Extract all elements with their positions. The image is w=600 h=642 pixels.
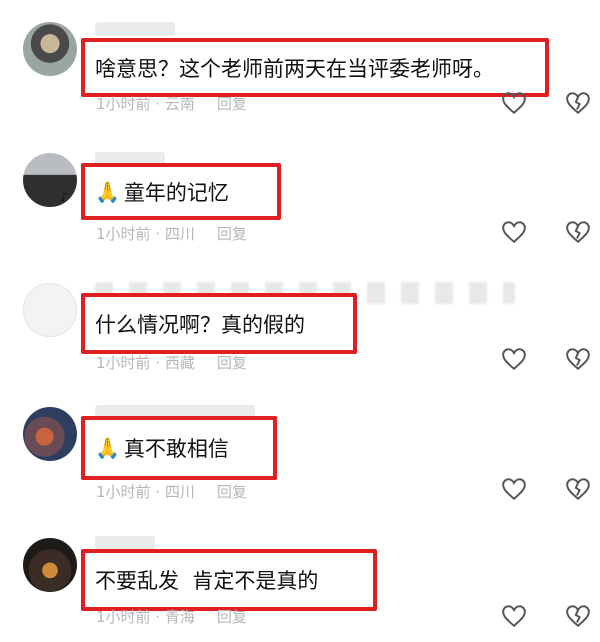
comment-text: 童年的记忆 (123, 180, 229, 205)
avatar[interactable] (23, 153, 77, 207)
heart-outline-icon[interactable] (501, 604, 527, 628)
heart-outline-icon[interactable] (501, 477, 527, 501)
comment-meta: 1小时前 · 西藏 回复 (96, 352, 247, 373)
comment-highlight-box: 不要乱发 肯定不是真的 (81, 549, 377, 611)
comment-text: 啥意思？这个老师前两天在当评委老师呀。 (95, 56, 494, 81)
comment-meta: 1小时前 · 四川 回复 (96, 223, 247, 244)
tiktok-icon: ♪ (60, 190, 68, 204)
comment-time-location: 1小时前 · 四川 (96, 483, 195, 501)
avatar[interactable] (23, 407, 77, 461)
broken-heart-icon[interactable] (565, 91, 591, 115)
username-placeholder (95, 536, 155, 550)
comment-meta: 1小时前 · 青海 回复 (96, 606, 247, 627)
pray-emoji: 🙏 (95, 179, 120, 204)
broken-heart-icon[interactable] (565, 477, 591, 501)
heart-outline-icon[interactable] (501, 220, 527, 244)
comment-meta: 1小时前 · 四川 回复 (96, 481, 247, 502)
reply-button[interactable]: 回复 (217, 95, 247, 113)
comment-highlight-box: 🙏 真不敢相信 (81, 416, 277, 480)
comment-text: 什么情况啊？真的假的 (95, 312, 305, 337)
pray-emoji: 🙏 (95, 436, 120, 460)
reply-button[interactable]: 回复 (217, 608, 247, 626)
heart-outline-icon[interactable] (501, 91, 527, 115)
comment-text: 不要乱发 肯定不是真的 (95, 569, 319, 593)
comment-meta: 1小时前 · 云南 回复 (96, 93, 247, 114)
avatar[interactable] (23, 538, 77, 592)
broken-heart-icon[interactable] (565, 604, 591, 628)
reply-button[interactable]: 回复 (217, 483, 247, 501)
comment-highlight-box: 🙏 童年的记忆 (81, 163, 281, 220)
comment-time-location: 1小时前 · 云南 (96, 95, 195, 113)
avatar[interactable] (23, 22, 77, 76)
reply-button[interactable]: 回复 (217, 354, 247, 372)
broken-heart-icon[interactable] (565, 220, 591, 244)
avatar[interactable] (23, 283, 77, 337)
comment-time-location: 1小时前 · 西藏 (96, 354, 195, 372)
broken-heart-icon[interactable] (565, 347, 591, 371)
username-placeholder (95, 22, 175, 36)
heart-outline-icon[interactable] (501, 347, 527, 371)
reply-button[interactable]: 回复 (217, 225, 247, 243)
comment-time-location: 1小时前 · 青海 (96, 608, 195, 626)
comment-highlight-box: 什么情况啊？真的假的 (81, 293, 357, 354)
comment-highlight-box: 啥意思？这个老师前两天在当评委老师呀。 (81, 38, 549, 97)
comment-text: 真不敢相信 (123, 437, 229, 461)
comment-time-location: 1小时前 · 四川 (96, 225, 195, 243)
